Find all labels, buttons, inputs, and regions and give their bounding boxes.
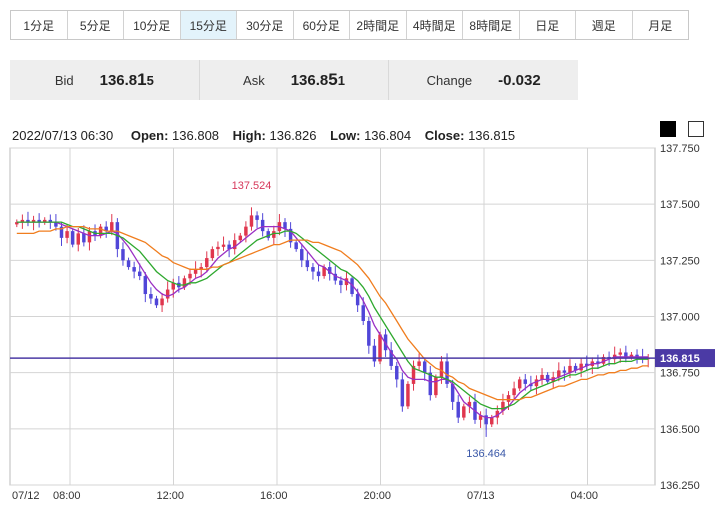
- candle-body: [149, 294, 153, 299]
- candle-body: [417, 361, 421, 366]
- candlestick-chart: 137.750 137.500 137.250 137.000 136.750 136.5…: [9, 143, 715, 502]
- candle-body: [367, 320, 371, 346]
- candle-body: [311, 267, 315, 272]
- candle-body: [462, 406, 466, 418]
- candle-body: [400, 379, 405, 407]
- y-tick-label: 136.250: [660, 480, 700, 492]
- x-tick-label: 04:00: [571, 490, 599, 502]
- candle-body: [300, 249, 304, 261]
- candle-body: [490, 417, 494, 425]
- candle-body: [82, 233, 86, 243]
- candle-body: [110, 222, 114, 232]
- y-tick-label: 137.750: [660, 143, 700, 155]
- candle-body: [65, 231, 69, 238]
- candle-body: [238, 235, 243, 241]
- x-tick-label: 12:00: [157, 490, 185, 502]
- candle-body: [98, 226, 103, 236]
- candle-body: [221, 244, 226, 247]
- candle-body: [70, 231, 75, 245]
- candle-body: [339, 280, 343, 286]
- candle-body: [545, 374, 550, 382]
- candle-body: [160, 298, 164, 306]
- candle-body: [188, 273, 192, 279]
- candle-body: [456, 401, 460, 418]
- candle-body: [165, 289, 170, 299]
- candle-body: [255, 215, 259, 220]
- candle-body: [121, 249, 125, 261]
- candle-body: [87, 231, 92, 243]
- candle-body: [294, 242, 298, 250]
- x-tick-label: 16:00: [260, 490, 288, 502]
- x-tick-label: 08:00: [53, 490, 81, 502]
- candle-body: [216, 246, 220, 250]
- candle-body: [422, 361, 427, 373]
- low-annotation: 136.464: [466, 448, 506, 460]
- candle-body: [154, 298, 159, 306]
- x-tick-label: 20:00: [364, 490, 392, 502]
- candle-body: [562, 370, 567, 373]
- candle-body: [540, 374, 544, 380]
- high-annotation: 137.524: [232, 180, 272, 192]
- candle-body: [126, 260, 131, 268]
- candle-body: [506, 395, 511, 402]
- x-tick-label: 07/12: [12, 490, 40, 502]
- y-tick-label: 137.000: [660, 312, 700, 324]
- y-tick-label: 136.750: [660, 368, 700, 380]
- candle-body: [434, 377, 438, 396]
- y-tick-label: 136.500: [660, 424, 700, 436]
- candle-body: [406, 383, 410, 407]
- candle-body: [193, 269, 198, 274]
- y-tick-label: 137.500: [660, 199, 700, 211]
- candle-body: [372, 345, 377, 362]
- candle-body: [143, 276, 148, 295]
- candle-body: [205, 258, 209, 268]
- candle-body: [76, 233, 80, 245]
- candle-body: [512, 388, 516, 396]
- candle-body: [137, 271, 142, 277]
- candle-body: [244, 226, 248, 236]
- x-tick-label: 07/13: [467, 490, 495, 502]
- candle-body: [523, 379, 528, 384]
- candle-body: [517, 379, 522, 389]
- candle-body: [395, 365, 399, 380]
- current-price-label: 136.815: [660, 353, 700, 365]
- candle-body: [210, 249, 215, 259]
- candle-body: [361, 305, 365, 321]
- candle-body: [132, 267, 136, 272]
- candle-body: [355, 294, 360, 306]
- candle-body: [618, 352, 622, 355]
- y-tick-label: 137.250: [660, 255, 700, 267]
- candle-body: [305, 260, 310, 268]
- candle-body: [316, 271, 321, 277]
- candle-body: [260, 219, 265, 232]
- candle-body: [249, 215, 254, 227]
